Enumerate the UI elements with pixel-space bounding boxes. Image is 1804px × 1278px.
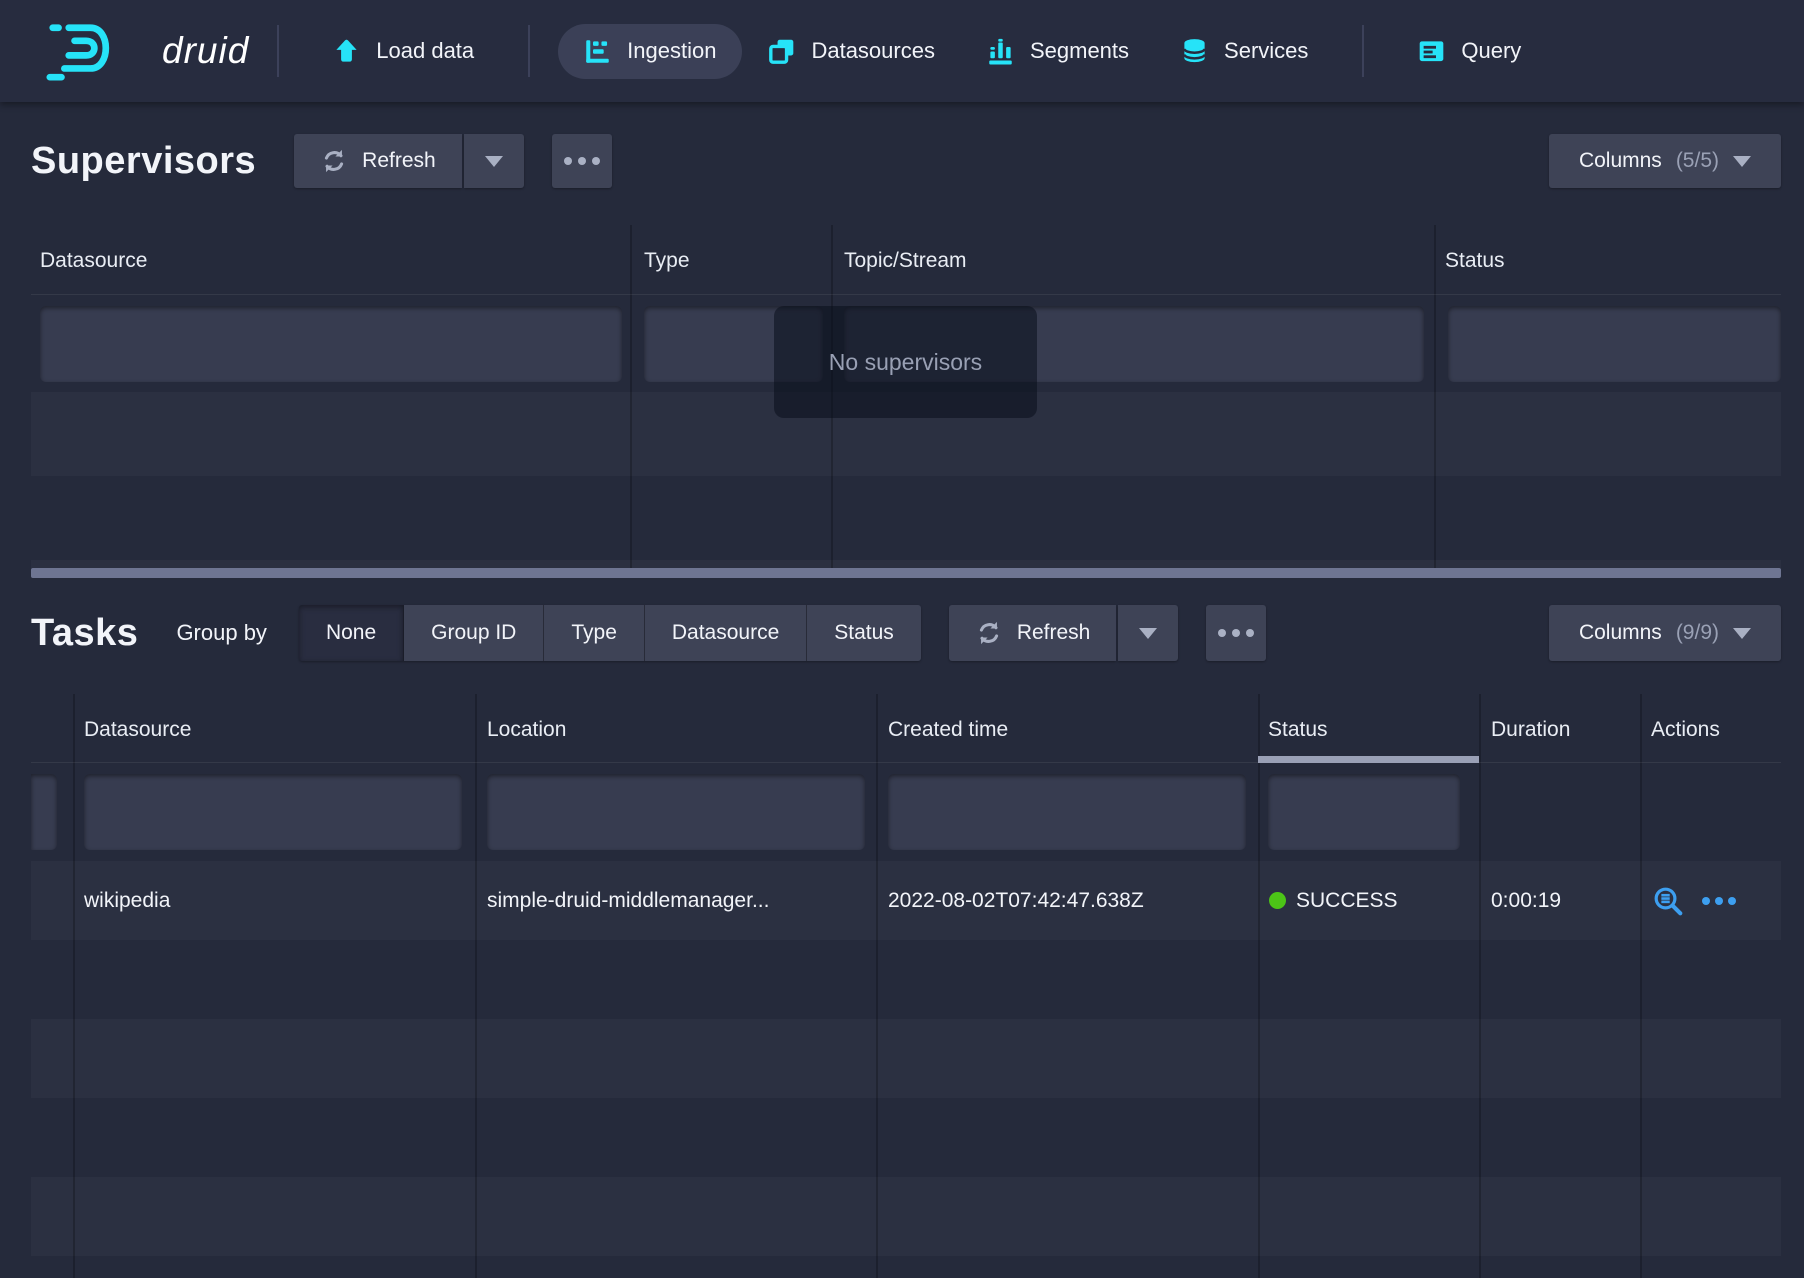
supervisors-toolbar: Supervisors Refresh Columns (5/5) [31,134,1781,188]
nav-divider [277,25,279,77]
supervisors-table-header: Datasource Type Topic/Stream Status [31,225,1781,295]
nav-item-load-data[interactable]: Load data [307,24,500,79]
task-detail-magnifier-icon[interactable] [1652,885,1684,917]
column-header-created-time[interactable]: Created time [888,718,1008,742]
column-header-topic-stream[interactable]: Topic/Stream [844,249,967,273]
column-header-status[interactable]: Status [1445,249,1505,273]
nav-item-query[interactable]: Query [1392,24,1547,79]
task-status: SUCCESS [1269,889,1398,913]
tasks-table: Datasource Location Created time Status … [31,694,1781,1278]
chevron-down-icon [1139,628,1157,639]
task-row[interactable]: wikipedia simple-druid-middlemanager... … [31,861,1781,940]
nav-divider [1362,25,1364,77]
task-actions [1652,885,1736,917]
tasks-title: Tasks [31,612,138,655]
upload-icon [333,38,360,65]
druid-logo-icon [38,19,146,83]
more-icon [1218,629,1254,637]
group-by-button-group: None Group ID Type Datasource Status [299,605,921,661]
group-by-none-button[interactable]: None [299,605,404,661]
location-filter-input[interactable] [487,774,865,850]
columns-label: Columns [1579,621,1662,645]
nav-item-label: Segments [1030,38,1129,64]
nav-item-datasources[interactable]: Datasources [742,24,961,79]
druid-logo[interactable]: druid [38,19,249,83]
nav-item-label: Datasources [811,38,935,64]
top-nav: druid Load data Ingestion [0,0,1804,102]
nav-item-label: Query [1461,38,1521,64]
supervisors-table: Datasource Type Topic/Stream Status No s… [31,225,1781,578]
group-by-datasource-button[interactable]: Datasource [645,605,807,661]
created-time-filter-input[interactable] [888,774,1246,850]
refresh-icon [320,147,348,175]
supervisors-title: Supervisors [31,140,256,183]
datasource-filter-input[interactable] [84,774,462,850]
tasks-table-header: Datasource Location Created time Status … [31,694,1781,763]
column-header-type[interactable]: Type [644,249,690,273]
refresh-icon [975,619,1003,647]
columns-count: (9/9) [1676,621,1719,645]
supervisors-columns-button[interactable]: Columns (5/5) [1549,134,1781,188]
empty-row-stripe [31,1177,1781,1256]
status-filter-input[interactable] [1268,774,1460,850]
task-duration: 0:00:19 [1491,889,1561,913]
columns-count: (5/5) [1676,149,1719,173]
status-filter-input[interactable] [1448,306,1781,382]
column-header-location[interactable]: Location [487,718,566,742]
nav-item-segments[interactable]: Segments [961,24,1155,79]
nav-item-services[interactable]: Services [1155,24,1334,79]
chevron-down-icon [1733,156,1751,167]
tasks-refresh-caret-button[interactable] [1118,605,1178,661]
task-created-time: 2022-08-02T07:42:47.638Z [888,889,1144,913]
success-status-dot-icon [1269,892,1286,909]
task-datasource: wikipedia [84,889,170,913]
brand-name: druid [162,30,249,72]
no-supervisors-message: No supervisors [774,306,1037,418]
tasks-more-button[interactable] [1206,605,1266,661]
column-header-duration[interactable]: Duration [1491,718,1570,742]
more-icon [564,157,600,165]
column-header-datasource[interactable]: Datasource [84,718,191,742]
group-by-label: Group by [176,620,267,646]
task-status-label: SUCCESS [1296,889,1398,913]
chevron-down-icon [485,156,503,167]
column-header-actions[interactable]: Actions [1651,718,1720,742]
services-database-icon [1181,38,1208,65]
group-by-type-button[interactable]: Type [544,605,645,661]
column-header-datasource[interactable]: Datasource [40,249,147,273]
datasource-filter-input[interactable] [40,306,622,382]
nav-item-label: Load data [376,38,474,64]
nav-divider [528,25,530,77]
task-location: simple-druid-middlemanager... [487,889,769,913]
chevron-down-icon [1733,628,1751,639]
nav-item-ingestion[interactable]: Ingestion [558,24,742,79]
datasources-icon [768,38,795,65]
column-header-status[interactable]: Status [1268,718,1328,742]
tasks-refresh-button[interactable]: Refresh [949,605,1117,661]
status-sort-indicator [1258,756,1479,763]
ingestion-chart-icon [584,38,611,65]
nav-item-label: Services [1224,38,1308,64]
empty-row-stripe [31,560,1781,568]
columns-label: Columns [1579,149,1662,173]
supervisors-refresh-caret-button[interactable] [464,134,524,188]
supervisors-more-button[interactable] [552,134,612,188]
tasks-columns-button[interactable]: Columns (9/9) [1549,605,1781,661]
cutoff-filter-input[interactable] [31,774,57,850]
group-by-status-button[interactable]: Status [807,605,921,661]
horizontal-scrollbar[interactable] [31,568,1781,578]
refresh-label: Refresh [1017,621,1091,645]
nav-item-label: Ingestion [627,38,716,64]
segments-chart-icon [987,38,1014,65]
tasks-filter-row [31,763,1781,861]
task-more-actions-icon[interactable] [1702,897,1736,905]
empty-row-stripe [31,1019,1781,1098]
query-console-icon [1418,38,1445,65]
druid-console: druid Load data Ingestion [0,0,1804,1278]
refresh-label: Refresh [362,149,436,173]
group-by-group-id-button[interactable]: Group ID [404,605,544,661]
tasks-toolbar: Tasks Group by None Group ID Type Dataso… [31,605,1781,661]
supervisors-refresh-button[interactable]: Refresh [294,134,462,188]
